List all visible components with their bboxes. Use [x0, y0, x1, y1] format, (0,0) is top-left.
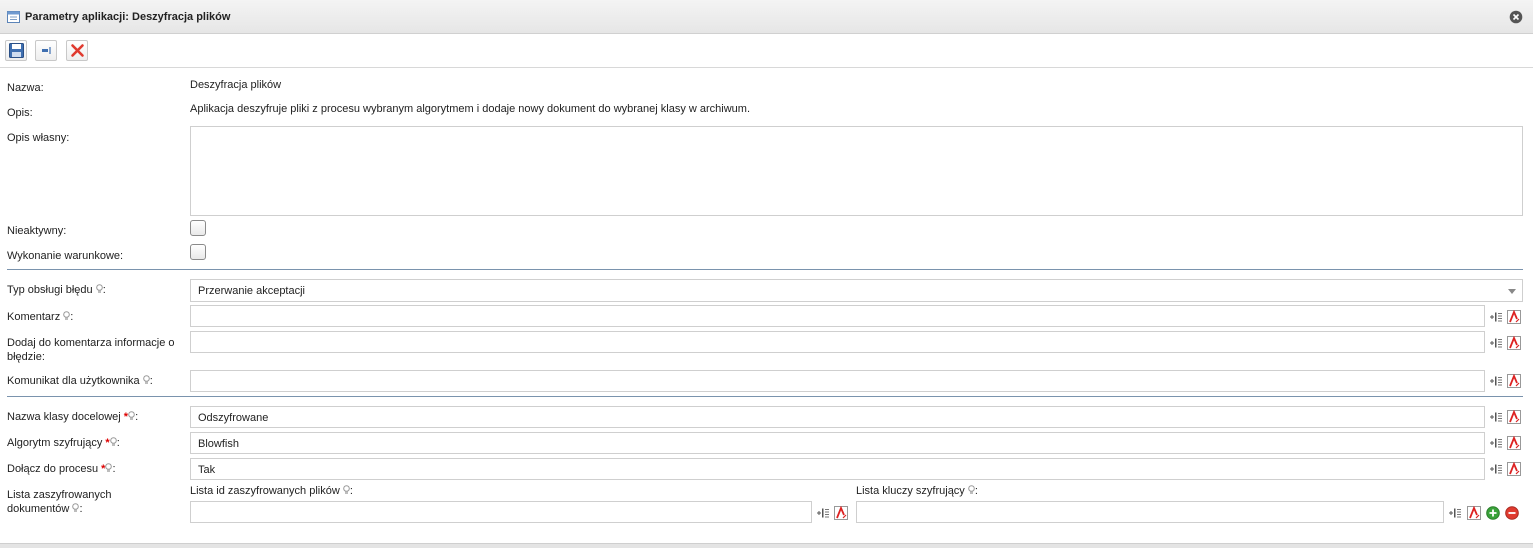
insert-variable-icon[interactable]: [816, 506, 830, 520]
encrypted-list-label: Lista zaszyfrowanych dokumentów :: [7, 489, 112, 515]
hint-icon: [343, 485, 350, 494]
own-description-textarea[interactable]: [190, 126, 1523, 216]
attach-to-process-input[interactable]: Tak: [190, 458, 1485, 480]
description-value: Aplikacja deszyfruje pliki z procesu wyb…: [190, 103, 751, 115]
ids-list-input[interactable]: [190, 501, 812, 523]
window-app-icon: [7, 11, 20, 23]
inactive-checkbox[interactable]: [190, 220, 206, 236]
add-error-info-label: Dodaj do komentarza informacje o błędzie…: [7, 337, 175, 363]
error-type-select[interactable]: Przerwanie akceptacji: [190, 279, 1523, 302]
save-icon: [9, 43, 24, 58]
function-icon[interactable]: [1507, 336, 1521, 350]
window-titlebar: Parametry aplikacji: Deszyfracja plików: [0, 0, 1533, 34]
keys-list-input[interactable]: [856, 501, 1444, 523]
name-label: Nazwa:: [7, 82, 44, 94]
function-icon[interactable]: [1467, 506, 1481, 520]
comment-input[interactable]: [190, 305, 1485, 327]
description-label: Opis:: [7, 107, 33, 119]
user-message-input[interactable]: [190, 370, 1485, 392]
save-button[interactable]: [5, 40, 27, 61]
user-message-label: Komunikat dla użytkownika :: [7, 375, 153, 387]
hint-icon: [109, 437, 117, 446]
own-description-label: Opis własny:: [7, 132, 70, 144]
error-type-label: Typ obsługi błędu :: [7, 284, 106, 296]
insert-variable-icon[interactable]: [1489, 436, 1503, 450]
section-separator: [7, 396, 1523, 397]
name-value: Deszyfracja plików: [190, 79, 282, 91]
compact-view-button[interactable]: [35, 40, 57, 61]
attach-to-process-label: Dołącz do procesu *:: [7, 463, 116, 475]
keys-list-label: Lista kluczy szyfrujący :: [856, 485, 978, 497]
function-icon[interactable]: [1507, 310, 1521, 324]
insert-variable-icon[interactable]: [1489, 410, 1503, 424]
hint-icon: [142, 375, 150, 384]
target-class-input[interactable]: Odszyfrowane: [190, 406, 1485, 428]
function-icon[interactable]: [834, 506, 848, 520]
inactive-label: Nieaktywny:: [7, 225, 67, 237]
target-class-label: Nazwa klasy docelowej *:: [7, 411, 139, 423]
section-separator: [7, 269, 1523, 270]
close-icon[interactable]: [1509, 10, 1523, 24]
bottom-scrollbar[interactable]: [0, 543, 1533, 548]
insert-variable-icon[interactable]: [1448, 506, 1462, 520]
insert-variable-icon[interactable]: [1489, 336, 1503, 350]
toolbar: [0, 34, 1533, 68]
error-type-value: Przerwanie akceptacji: [198, 285, 305, 297]
comment-label: Komentarz :: [7, 311, 74, 323]
compact-view-icon: [42, 47, 51, 54]
insert-variable-icon[interactable]: [1489, 310, 1503, 324]
hint-icon: [968, 485, 975, 494]
remove-row-icon[interactable]: [1505, 506, 1519, 520]
algorithm-input[interactable]: Blowfish: [190, 432, 1485, 454]
ids-list-label: Lista id zaszyfrowanych plików :: [190, 485, 353, 497]
insert-variable-icon[interactable]: [1489, 462, 1503, 476]
function-icon[interactable]: [1507, 436, 1521, 450]
delete-icon: [71, 44, 84, 57]
function-icon[interactable]: [1507, 462, 1521, 476]
delete-button[interactable]: [66, 40, 88, 61]
insert-variable-icon[interactable]: [1489, 374, 1503, 388]
hint-icon: [128, 411, 135, 420]
add-error-info-input[interactable]: [190, 331, 1485, 353]
conditional-checkbox[interactable]: [190, 244, 206, 260]
function-icon[interactable]: [1507, 410, 1521, 424]
algorithm-label: Algorytm szyfrujący *:: [7, 437, 120, 449]
window-title: Parametry aplikacji: Deszyfracja plików: [25, 11, 231, 23]
add-row-icon[interactable]: [1486, 506, 1500, 520]
conditional-label: Wykonanie warunkowe:: [7, 250, 124, 262]
hint-icon: [95, 284, 103, 293]
chevron-down-icon[interactable]: [1508, 289, 1516, 294]
function-icon[interactable]: [1507, 374, 1521, 388]
